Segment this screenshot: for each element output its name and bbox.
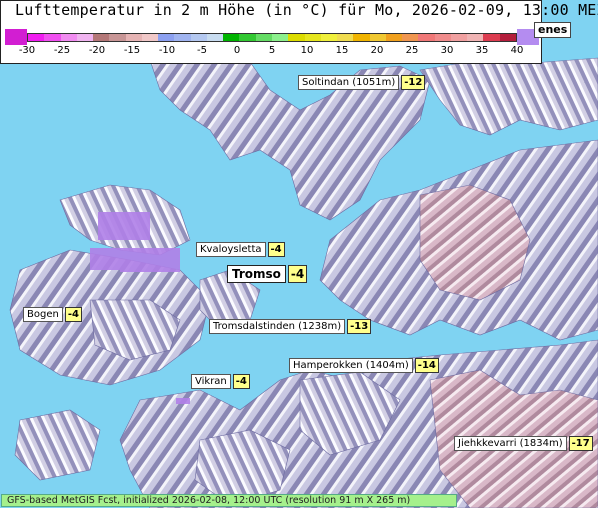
- scale-segment: [385, 34, 403, 41]
- place-hamperokken[interactable]: Hamperokken (1404m) -14: [289, 358, 439, 373]
- partial-place-label: enes: [534, 22, 572, 38]
- scale-segment: [158, 34, 175, 41]
- scale-segment: [206, 34, 224, 41]
- scale-segment: [223, 34, 240, 41]
- place-tromso[interactable]: Tromso -4: [227, 265, 308, 283]
- scale-tick-label: 35: [475, 45, 489, 56]
- place-soltindan[interactable]: Soltindan (1051m) -12: [298, 75, 426, 90]
- place-name: Soltindan (1051m): [298, 75, 400, 90]
- scale-segment: [239, 34, 256, 41]
- scale-tick-label: 0: [233, 45, 241, 56]
- scale-segment: [402, 34, 419, 41]
- place-temp: -13: [347, 319, 372, 334]
- scale-segment: [174, 34, 191, 41]
- scale-segment: [141, 34, 159, 41]
- scale-segment: [450, 34, 468, 41]
- scale-segment: [320, 34, 338, 41]
- scale-tick-label: -10: [158, 45, 176, 56]
- scale-segment: [109, 34, 126, 41]
- place-name: Bogen: [23, 307, 63, 322]
- scale-segment: [467, 34, 484, 41]
- scale-segment: [271, 34, 289, 41]
- scale-tick-label: 25: [405, 45, 419, 56]
- place-temp: -14: [414, 358, 439, 373]
- place-jiehkkevarri[interactable]: Jiehkkevarri (1834m) -17: [454, 436, 593, 451]
- place-name: Vikran: [191, 374, 231, 389]
- scale-tick-label: -15: [123, 45, 141, 56]
- place-vikran[interactable]: Vikran -4: [191, 374, 250, 389]
- scale-segment: [190, 34, 207, 41]
- place-bogen[interactable]: Bogen -4: [23, 307, 82, 322]
- scale-segment: [418, 34, 435, 41]
- scale-tick-label: 15: [335, 45, 349, 56]
- place-name: Tromso: [227, 265, 286, 283]
- place-temp: -4: [232, 374, 250, 389]
- place-name: Kvaloysletta: [196, 242, 266, 257]
- title-panel: Lufttemperatur in 2 m Höhe (in °C) für M…: [0, 0, 598, 64]
- scale-segment: [125, 34, 142, 41]
- place-kvaloysletta[interactable]: Kvaloysletta -4: [196, 242, 285, 257]
- place-name: Hamperokken (1404m): [289, 358, 413, 373]
- color-scale: [5, 29, 539, 45]
- place-name: Jiehkkevarri (1834m): [454, 436, 567, 451]
- map-title: Lufttemperatur in 2 m Höhe (in °C) für M…: [15, 1, 598, 19]
- scale-segment: [304, 34, 321, 41]
- place-temp: -17: [568, 436, 593, 451]
- place-temp: -12: [401, 75, 426, 90]
- scale-bar: [27, 33, 517, 42]
- place-name: Tromsdalstinden (1238m): [209, 319, 346, 334]
- scale-segment: [93, 34, 110, 41]
- scale-segment: [28, 34, 45, 41]
- scale-segment: [337, 34, 354, 41]
- scale-segment: [499, 34, 516, 41]
- scale-tick-label: 20: [370, 45, 384, 56]
- scale-segment: [255, 34, 272, 41]
- scale-tick-label: -25: [53, 45, 71, 56]
- place-tromsdalstinden[interactable]: Tromsdalstinden (1238m) -13: [209, 319, 372, 334]
- scale-tick-label: 30: [440, 45, 454, 56]
- scale-segment: [369, 34, 386, 41]
- scale-tick-label: 5: [268, 45, 276, 56]
- scale-ticks: -30 -25 -20 -15 -10 -5 0 5 10 15 20 25 30 35 40: [5, 45, 535, 61]
- forecast-footer: GFS-based MetGIS Fcst, initialized 2026-…: [1, 494, 457, 507]
- scale-tick-label: -5: [197, 45, 207, 56]
- scale-segment: [60, 34, 77, 41]
- scale-cap-cold: [5, 29, 27, 45]
- scale-tick-label: 40: [510, 45, 524, 56]
- scale-segment: [288, 34, 305, 41]
- place-temp: -4: [267, 242, 285, 257]
- place-temp: -4: [287, 265, 308, 283]
- scale-tick-label: -20: [88, 45, 106, 56]
- scale-tick-label: -30: [18, 45, 36, 56]
- scale-segment: [434, 34, 451, 41]
- scale-segment: [353, 34, 370, 41]
- scale-segment: [76, 34, 94, 41]
- scale-segment: [483, 34, 500, 41]
- place-temp: -4: [64, 307, 82, 322]
- scale-tick-label: 10: [300, 45, 314, 56]
- scale-segment: [44, 34, 61, 41]
